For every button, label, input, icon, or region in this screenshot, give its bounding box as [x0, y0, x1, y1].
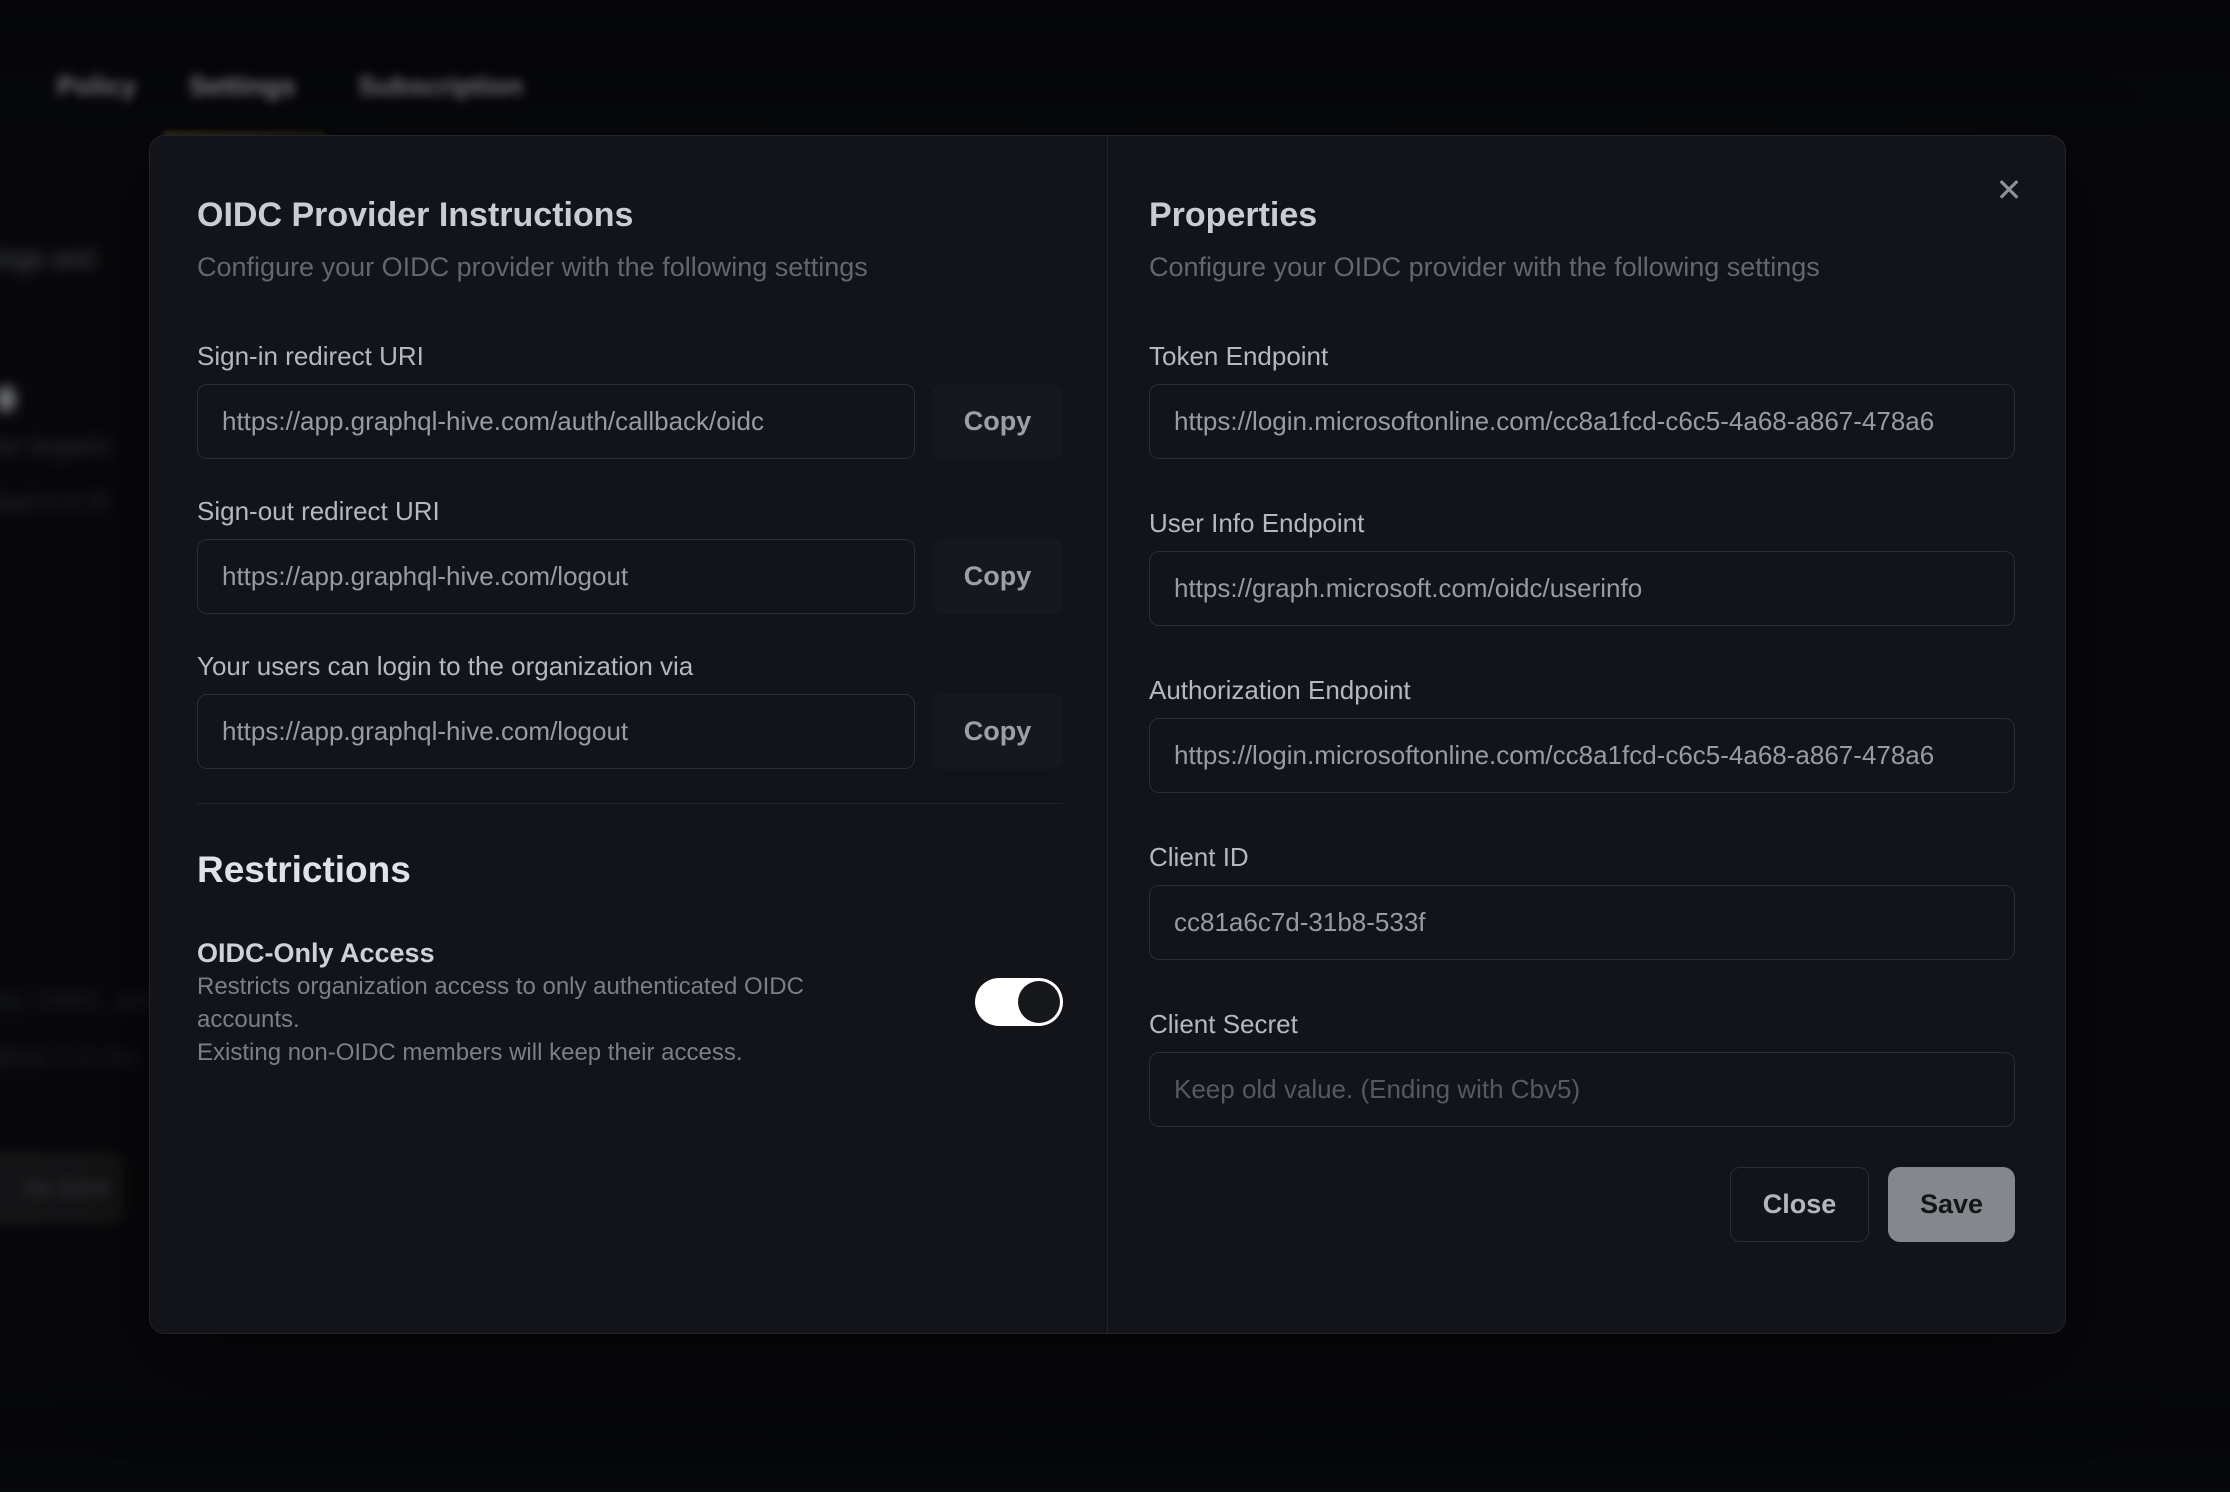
sign-out-redirect-uri-label: Sign-out redirect URI [197, 495, 1063, 527]
instructions-title: OIDC Provider Instructions [197, 194, 1063, 236]
instructions-subtitle: Configure your OIDC provider with the fo… [197, 250, 1063, 284]
toggle-knob [1018, 981, 1060, 1023]
token-endpoint-row [1149, 384, 2015, 459]
client-id-input[interactable] [1149, 885, 2015, 960]
dialog-footer: Close Save [1149, 1167, 2015, 1242]
description-line-2: Existing non-OIDC members will keep thei… [197, 1039, 743, 1066]
token-endpoint-input[interactable] [1149, 384, 2015, 459]
authorization-endpoint-label: Authorization Endpoint [1149, 674, 2015, 706]
client-id-label: Client ID [1149, 841, 2015, 873]
sign-in-redirect-uri-label: Sign-in redirect URI [197, 340, 1063, 372]
copy-sign-out-uri-button[interactable]: Copy [932, 539, 1063, 614]
screen: Policy Settings Subscription ttings and … [0, 0, 2230, 1492]
login-via-row: Copy [197, 694, 1063, 769]
sign-in-redirect-uri-row: Copy [197, 384, 1063, 459]
token-endpoint-label: Token Endpoint [1149, 340, 2015, 372]
authorization-endpoint-row [1149, 718, 2015, 793]
sign-out-redirect-uri-row: Copy [197, 539, 1063, 614]
oidc-settings-dialog: ✕ OIDC Provider Instructions Configure y… [149, 135, 2066, 1334]
properties-subtitle: Configure your OIDC provider with the fo… [1149, 250, 2015, 284]
sign-out-redirect-uri-input[interactable] [197, 539, 915, 614]
login-via-label: Your users can login to the organization… [197, 650, 1063, 682]
properties-title: Properties [1149, 194, 2015, 236]
user-info-endpoint-label: User Info Endpoint [1149, 507, 2015, 539]
client-secret-row [1149, 1052, 2015, 1127]
instructions-column: OIDC Provider Instructions Configure you… [150, 136, 1107, 1333]
description-line-1: Restricts organization access to only au… [197, 973, 804, 1033]
properties-column: Properties Configure your OIDC provider … [1107, 136, 2065, 1333]
client-id-row [1149, 885, 2015, 960]
copy-login-via-button[interactable]: Copy [932, 694, 1063, 769]
section-divider [197, 803, 1063, 804]
save-button[interactable]: Save [1888, 1167, 2015, 1242]
oidc-only-access-toggle[interactable] [975, 978, 1063, 1026]
oidc-only-access-label: OIDC-Only Access [197, 936, 1063, 970]
user-info-endpoint-input[interactable] [1149, 551, 2015, 626]
user-info-endpoint-row [1149, 551, 2015, 626]
authorization-endpoint-input[interactable] [1149, 718, 2015, 793]
copy-sign-in-uri-button[interactable]: Copy [932, 384, 1063, 459]
sign-in-redirect-uri-input[interactable] [197, 384, 915, 459]
restrictions-title: Restrictions [197, 848, 1063, 892]
login-via-input[interactable] [197, 694, 915, 769]
oidc-only-access-description: Restricts organization access to only au… [197, 970, 887, 1069]
oidc-only-access-row: OIDC-Only Access Restricts organization … [197, 936, 1063, 1069]
close-button[interactable]: Close [1730, 1167, 1869, 1242]
client-secret-input[interactable] [1149, 1052, 2015, 1127]
client-secret-label: Client Secret [1149, 1008, 2015, 1040]
